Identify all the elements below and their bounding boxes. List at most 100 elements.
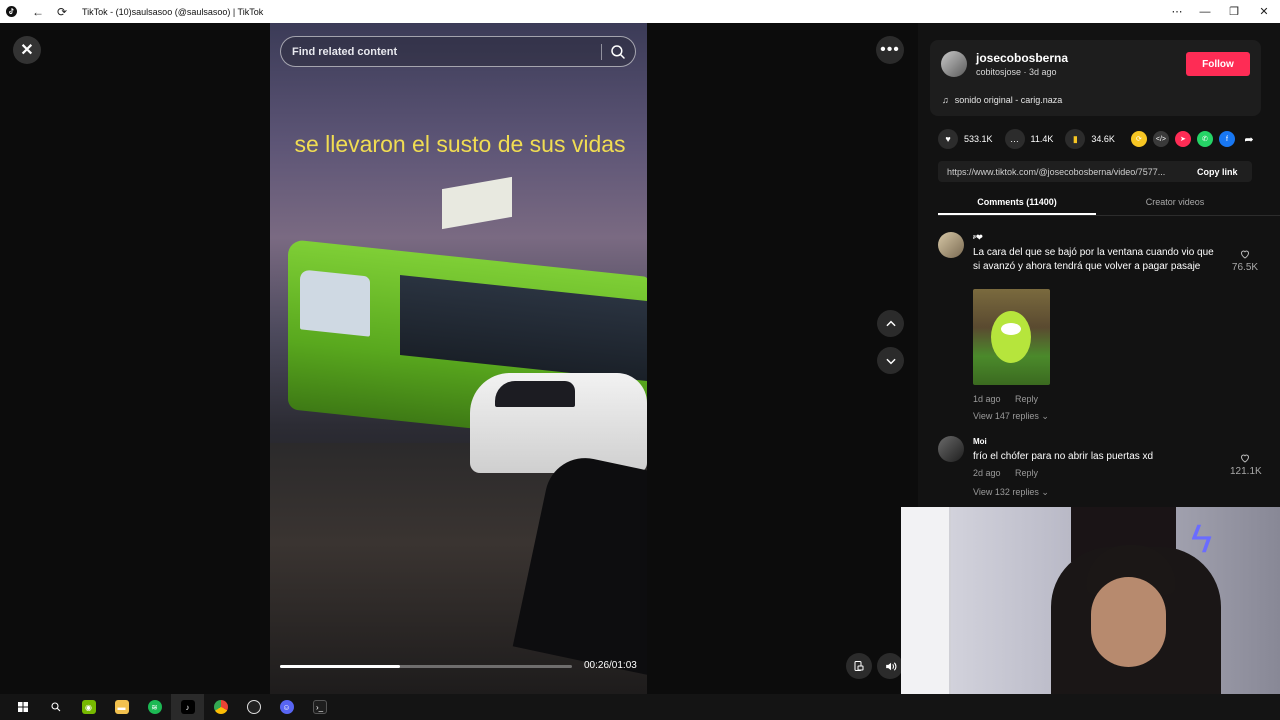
send-icon[interactable]: ➤: [1174, 131, 1191, 147]
music-link[interactable]: ♫ sonido original - carig.naza: [942, 95, 1062, 105]
lightning-neon-icon: ϟ: [1191, 517, 1213, 561]
view-replies-button[interactable]: View 132 replies ⌄: [973, 487, 1049, 498]
close-window-button[interactable]: ✕: [1249, 0, 1279, 23]
video-scene-billboard: [442, 176, 512, 230]
chrome-icon: [213, 700, 228, 714]
search-divider: [601, 44, 602, 60]
taskbar-app[interactable]: [204, 694, 237, 720]
taskbar-app-active[interactable]: ♪: [171, 694, 204, 720]
comment-like-button[interactable]: 121.1K: [1230, 452, 1262, 477]
search-input[interactable]: [292, 45, 592, 58]
embed-icon[interactable]: </>: [1152, 131, 1169, 147]
video-caption: se llevaron el susto de sus vidas: [294, 131, 626, 157]
reload-button[interactable]: ⟳: [52, 2, 72, 22]
previous-video-button[interactable]: [877, 310, 904, 337]
like-count: 533.1K: [964, 134, 993, 144]
comment-like-button[interactable]: 76.5K: [1230, 248, 1260, 273]
spotify-icon: ≋: [147, 700, 162, 714]
discord-icon: ☺: [279, 700, 294, 714]
comment-item: ᶳ❤ La cara del que se bajó por la ventan…: [938, 232, 1258, 432]
heart-outline-icon: [1240, 454, 1250, 463]
save-action[interactable]: ▮ 34.6K: [1065, 129, 1115, 149]
windows-start-button[interactable]: [6, 694, 39, 720]
video-stage: ✕ se llevaron el susto de sus vidas 00:2…: [0, 23, 918, 694]
comment-meta: 2d ago Reply: [973, 468, 1038, 478]
gif-character: [991, 311, 1031, 363]
tab-comments[interactable]: Comments (11400): [938, 191, 1096, 215]
terminal-icon: ›_: [312, 700, 327, 714]
comment-gif-image[interactable]: [973, 289, 1050, 385]
comment-text: La cara del que se bajó por la ventana c…: [973, 247, 1214, 272]
taskbar-search-button[interactable]: [39, 694, 72, 720]
taskbar-app[interactable]: ☺: [270, 694, 303, 720]
heart-outline-icon: [1240, 250, 1250, 259]
share-link-row: https://www.tiktok.com/@josecobosberna/v…: [938, 161, 1252, 182]
engagement-bar: ♥ 533.1K … 11.4K ▮ 34.6K ⟳ </> ➤ ✆ f ➦: [938, 129, 1268, 149]
next-video-button[interactable]: [877, 347, 904, 374]
tab-creator-videos[interactable]: Creator videos: [1096, 191, 1254, 215]
commenter-avatar[interactable]: [938, 436, 964, 462]
video-player[interactable]: se llevaron el susto de sus vidas 00:26/…: [270, 23, 647, 694]
comment-like-count: 121.1K: [1230, 466, 1262, 477]
tiktok-icon: ♪: [180, 700, 195, 714]
heart-icon: ♥: [938, 129, 958, 149]
like-action[interactable]: ♥ 533.1K: [938, 129, 993, 149]
close-video-button[interactable]: ✕: [13, 36, 41, 64]
gif-character-eye: [1001, 323, 1021, 335]
share-arrow-icon[interactable]: ➦: [1241, 131, 1257, 147]
taskbar-app[interactable]: ≋: [138, 694, 171, 720]
author-username[interactable]: josecobosberna: [976, 51, 1068, 65]
video-time: 00:26/01:03: [584, 660, 637, 671]
taskbar: ◉ ▬ ≋ ♪ ☺ ›_: [0, 694, 1280, 720]
video-progress-fill: [280, 665, 400, 668]
picture-in-picture-icon: [854, 661, 864, 671]
video-scene-car-window: [495, 381, 575, 407]
reply-button[interactable]: Reply: [1015, 468, 1038, 478]
comment-item: Moi frío el chófer para no abrir las pue…: [938, 436, 1262, 516]
find-related-search[interactable]: [280, 36, 636, 67]
author-avatar[interactable]: [941, 51, 967, 77]
reply-button[interactable]: Reply: [1015, 394, 1038, 404]
copy-link-button[interactable]: Copy link: [1197, 167, 1238, 177]
music-title: sonido original - carig.naza: [954, 95, 1063, 105]
comment-count: 11.4K: [1030, 134, 1054, 144]
commenter-avatar[interactable]: [938, 232, 964, 258]
more-options-button[interactable]: ⋯: [1162, 0, 1192, 23]
commenter-username[interactable]: Moi: [973, 437, 987, 446]
chevron-down-icon: [885, 358, 896, 364]
taskbar-app[interactable]: ◉: [72, 694, 105, 720]
taskbar-app[interactable]: ›_: [303, 694, 336, 720]
obs-icon: [246, 700, 261, 714]
webcam-person-face: [1091, 577, 1166, 667]
share-url[interactable]: https://www.tiktok.com/@josecobosberna/v…: [947, 167, 1185, 177]
whatsapp-icon[interactable]: ✆: [1196, 131, 1213, 147]
webcam-overlay: ϟ: [901, 507, 1280, 697]
webcam-door: [901, 507, 951, 697]
restore-button[interactable]: ❐: [1219, 0, 1249, 23]
facebook-icon[interactable]: f: [1218, 131, 1235, 147]
commenter-username[interactable]: ᶳ❤: [973, 233, 983, 242]
music-note-icon: ♫: [942, 95, 949, 105]
taskbar-app[interactable]: [237, 694, 270, 720]
taskbar-app[interactable]: ▬: [105, 694, 138, 720]
ellipsis-icon: •••: [880, 41, 900, 58]
floating-player-button[interactable]: [846, 653, 872, 679]
more-options-button[interactable]: •••: [876, 36, 904, 64]
comment-icon: …: [1004, 129, 1025, 149]
comment-text: frío el chófer para no abrir las puertas…: [973, 451, 1154, 462]
comment-time: 1d ago: [973, 394, 1001, 404]
back-button[interactable]: ←: [28, 2, 48, 22]
window-title: TikTok - (10)saulsasoo (@saulsasoo) | Ti…: [82, 6, 264, 17]
comment-action[interactable]: … 11.4K: [1004, 129, 1054, 149]
volume-button[interactable]: [877, 653, 903, 679]
chevron-up-icon: [885, 320, 896, 326]
arrow-left-icon: ←: [32, 4, 44, 19]
search-icon[interactable]: [609, 43, 627, 61]
author-card: josecobosberna cobitosjose · 3d ago Foll…: [930, 40, 1261, 116]
repost-icon[interactable]: ⟳: [1130, 131, 1147, 147]
view-replies-button[interactable]: View 147 replies ⌄: [973, 411, 1049, 422]
minimize-button[interactable]: —: [1190, 0, 1220, 23]
follow-button[interactable]: Follow: [1186, 52, 1250, 76]
video-progress-bar[interactable]: [280, 665, 572, 668]
panel-tabs: Comments (11400) Creator videos: [938, 191, 1280, 216]
